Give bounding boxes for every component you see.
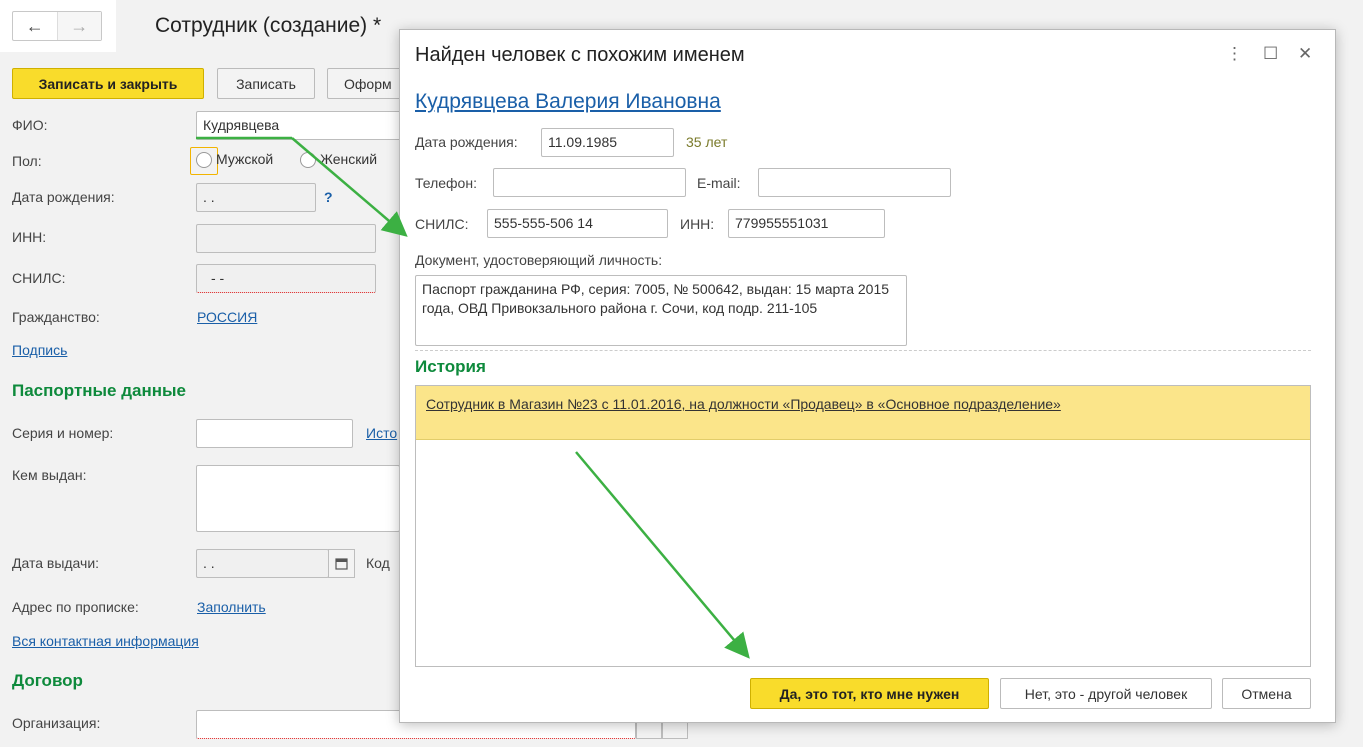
save-and-close-button[interactable]: Записать и закрыть xyxy=(12,68,204,99)
list-item[interactable]: Сотрудник в Магазин №23 с 11.01.2016, на… xyxy=(416,386,1310,440)
history-item-link[interactable]: Сотрудник в Магазин №23 с 11.01.2016, на… xyxy=(426,396,1061,412)
gender-male-radio[interactable]: Мужской xyxy=(196,151,274,169)
duplicate-person-dialog: Найден человек с похожим именем ⋮ ☐ ✕ Ку… xyxy=(399,29,1336,723)
format-button[interactable]: Оформ xyxy=(327,68,407,99)
contract-section-title: Договор xyxy=(12,671,83,690)
age-text: 35 лет xyxy=(686,134,728,150)
forward-arrow-icon[interactable]: → xyxy=(56,12,101,40)
citizenship-label: Гражданство: xyxy=(12,309,100,325)
phone-label: Телефон: xyxy=(415,175,477,191)
different-person-button[interactable]: Нет, это - другой человек xyxy=(1000,678,1212,709)
issued-by-label: Кем выдан: xyxy=(12,467,87,483)
more-menu-icon[interactable]: ⋮ xyxy=(1226,44,1243,64)
doc-label: Документ, удостоверяющий личность: xyxy=(415,252,663,268)
radio-icon xyxy=(300,152,316,169)
all-contacts-link[interactable]: Вся контактная информация xyxy=(12,633,199,649)
issued-by-input[interactable] xyxy=(196,465,400,532)
maximize-icon[interactable]: ☐ xyxy=(1263,44,1278,64)
birth-date-input[interactable]: . . xyxy=(196,183,316,212)
fio-label: ФИО: xyxy=(12,117,48,133)
radio-icon xyxy=(196,152,212,169)
gender-male-label: Мужской xyxy=(216,151,274,167)
history-title: История xyxy=(415,357,486,376)
birth-date-label: Дата рождения: xyxy=(12,189,115,205)
gender-female-label: Женский xyxy=(320,151,378,167)
person-name-link[interactable]: Кудрявцева Валерия Ивановна xyxy=(415,90,721,114)
snils-label: СНИЛС: xyxy=(12,270,66,286)
page-title: Сотрудник (создание) * xyxy=(155,14,382,37)
signature-link[interactable]: Подпись xyxy=(12,342,67,358)
issue-date-label: Дата выдачи: xyxy=(12,555,100,571)
inn-input[interactable] xyxy=(196,224,376,253)
history-link[interactable]: Исто xyxy=(366,425,397,441)
navigation-buttons: ← → xyxy=(12,11,102,41)
cancel-button[interactable]: Отмена xyxy=(1222,678,1311,709)
passport-section-title: Паспортные данные xyxy=(12,381,186,400)
dialog-birth-input[interactable]: 11.09.1985 xyxy=(541,128,674,157)
dialog-inn-label: ИНН: xyxy=(680,216,715,232)
email-label: E-mail: xyxy=(697,175,741,191)
dialog-title: Найден человек с похожим именем xyxy=(415,44,745,66)
save-button[interactable]: Записать xyxy=(217,68,315,99)
help-icon[interactable]: ? xyxy=(324,189,333,205)
divider xyxy=(415,350,1311,351)
issue-date-input[interactable]: . . xyxy=(196,549,329,578)
dialog-inn-input[interactable]: 779955551031 xyxy=(728,209,885,238)
history-list: Сотрудник в Магазин №23 с 11.01.2016, на… xyxy=(415,385,1311,667)
code-label: Код xyxy=(366,555,390,571)
gender-label: Пол: xyxy=(12,153,42,169)
email-input[interactable] xyxy=(758,168,951,197)
series-input[interactable] xyxy=(196,419,353,448)
series-label: Серия и номер: xyxy=(12,425,114,441)
fio-input[interactable]: Кудрявцева xyxy=(196,111,416,140)
inn-label: ИНН: xyxy=(12,229,47,245)
dialog-snils-label: СНИЛС: xyxy=(415,216,469,232)
phone-input[interactable] xyxy=(493,168,686,197)
close-icon[interactable]: ✕ xyxy=(1298,44,1312,64)
calendar-icon[interactable] xyxy=(328,549,355,578)
confirm-same-person-button[interactable]: Да, это тот, кто мне нужен xyxy=(750,678,989,709)
doc-textarea[interactable]: Паспорт гражданина РФ, серия: 7005, № 50… xyxy=(415,275,907,346)
citizenship-link[interactable]: РОССИЯ xyxy=(197,309,257,325)
organization-label: Организация: xyxy=(12,715,101,731)
gender-female-radio[interactable]: Женский xyxy=(300,151,378,169)
back-arrow-icon[interactable]: ← xyxy=(13,12,57,40)
address-label: Адрес по прописке: xyxy=(12,599,139,615)
address-fill-link[interactable]: Заполнить xyxy=(197,599,266,615)
dialog-snils-input[interactable]: 555-555-506 14 xyxy=(487,209,668,238)
dialog-birth-label: Дата рождения: xyxy=(415,134,518,150)
snils-input[interactable]: - - xyxy=(196,264,376,293)
